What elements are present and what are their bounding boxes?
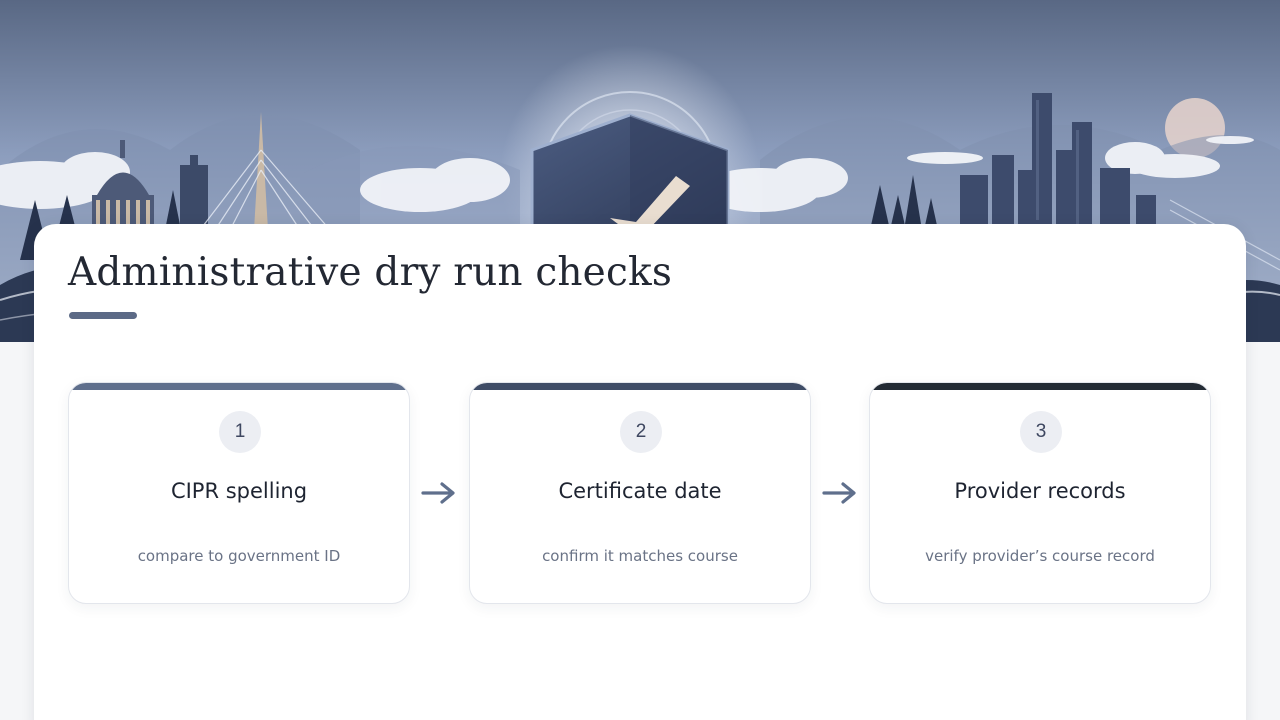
step-number-3: 3: [1020, 411, 1062, 453]
arrow-right-icon: [822, 482, 856, 504]
step-card-3-accent: [870, 383, 1210, 390]
step-description-3: verify provider’s course record: [925, 547, 1155, 565]
title-underline: [69, 312, 137, 319]
step-number-1: 1: [219, 411, 261, 453]
step-card-1-accent: [69, 383, 409, 390]
step-card-3: 3 Provider records verify provider’s cou…: [869, 382, 1211, 604]
step-description-1: compare to government ID: [137, 547, 341, 565]
page-title: Administrative dry run checks: [68, 250, 673, 295]
step-title-3: Provider records: [954, 479, 1126, 503]
step-title-1: CIPR spelling: [170, 479, 308, 503]
step-description-2: confirm it matches course: [542, 547, 738, 565]
arrow-right-icon-path: [421, 482, 455, 504]
arrow-right-icon: [421, 482, 455, 504]
step-card-2: 2 Certificate date confirm it matches co…: [469, 382, 811, 604]
slide: Administrative dry run checks 1 CIPR spe…: [0, 0, 1280, 720]
step-card-2-accent: [470, 383, 810, 390]
step-number-2: 2: [620, 411, 662, 453]
step-title-2: Certificate date: [558, 479, 722, 503]
step-card-1: 1 CIPR spelling compare to government ID: [68, 382, 410, 604]
arrow-right-icon-path: [822, 482, 856, 504]
content-panel: Administrative dry run checks 1 CIPR spe…: [34, 224, 1246, 720]
